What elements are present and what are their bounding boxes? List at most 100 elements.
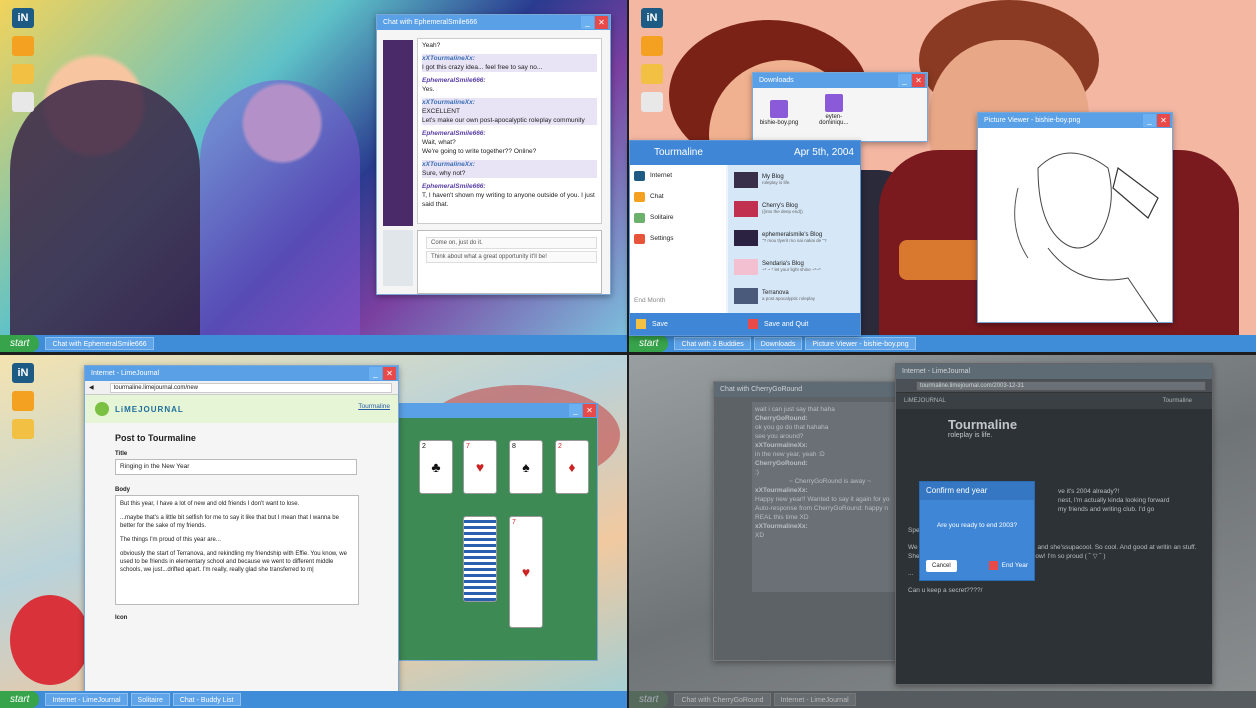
chat-desktop-icon[interactable] [8,36,38,56]
close-icon[interactable]: ✕ [1157,114,1170,127]
end-month-button[interactable]: End Month [630,290,665,311]
address-bar: ◀ tourmaline.limejournal.com/new [85,381,398,395]
close-icon[interactable]: ✕ [383,367,396,380]
image-file-icon [770,100,788,118]
blog-title: Tourmaline [948,417,1018,432]
taskbar-item[interactable]: Solitaire [130,693,170,706]
internet-desktop-icon[interactable]: iN [8,8,38,28]
taskbar-item[interactable]: Chat with CherryGoRound [674,693,771,706]
chat-message: EphemeralSmile666: Wait, what? We're going… [422,130,537,155]
file-item[interactable]: eyten-dominiqu... [814,94,854,126]
post-form: Post to Tourmaline Title Ringing in the … [85,423,398,633]
blog-tagline: roleplay is life. [948,432,993,439]
start-menu-header: Tourmaline Apr 5th, 2004 [630,141,860,165]
chat-reply-options: Come on, just do it. Think about what a … [417,230,602,294]
start-button[interactable]: start [629,335,669,352]
picture-viewer-titlebar[interactable]: Picture Viewer - bishie-boy.png _ ✕ [978,113,1172,128]
folder-desktop-icon[interactable] [8,419,38,439]
taskbar-item[interactable]: Downloads [753,337,803,350]
menu-item-settings[interactable]: Settings [630,228,726,249]
blog-item[interactable]: Terranova a post apocalyptic roleplay [728,281,860,310]
buddy-avatar [383,40,413,226]
body-textarea[interactable]: But this year, I have a lot of new and o… [115,495,359,605]
chat-window-titlebar[interactable]: Chat with EphemeralSmile666 _ ✕ [377,15,610,30]
internet-icon [634,170,645,181]
playing-card[interactable]: 2 ♦ [555,440,589,494]
minimize-icon[interactable]: _ [369,367,382,380]
desktop-q3: iN _ ✕ 2 ♣ 7 ♥ 8 ♠ 2 ♦ 7 ♥ Internet - LimeJour… [0,355,627,708]
card-stack[interactable] [463,516,497,602]
browser-titlebar[interactable]: Internet - LimeJournal _ ✕ [85,366,398,381]
chat-log: Yeah? xXTourmalineXx: I got this crazy id… [417,38,602,224]
blog-header: Tourmaline roleplay is life. [896,409,1212,447]
blog-item[interactable]: ephemeralsmile's Blog "? mou tlyerit mo n… [728,223,860,252]
image-file-icon [824,94,843,112]
solitaire-titlebar[interactable]: _ ✕ [398,403,598,418]
file-item[interactable]: bishie-boy.png [759,100,799,126]
close-icon[interactable]: ✕ [912,74,925,87]
sketch-image [1014,152,1159,323]
minimize-icon[interactable]: _ [898,74,911,87]
internet-desktop-icon[interactable]: iN [637,8,667,28]
playing-card[interactable]: 7 ♥ [463,440,497,494]
chat-desktop-icon[interactable] [637,36,667,56]
folder-desktop-icon[interactable] [8,64,38,84]
start-menu-user: Tourmaline [654,147,703,158]
start-button[interactable]: start [0,691,40,708]
minimize-icon[interactable]: _ [569,404,582,417]
internet-desktop-icon[interactable]: iN [8,363,38,383]
chat-desktop-icon[interactable] [8,391,38,411]
chat-icon [634,191,645,202]
start-button[interactable]: start [0,335,40,352]
icon-label: Icon [115,615,128,621]
save-button[interactable]: Save [652,321,668,328]
taskbar-item[interactable]: Chat - Buddy List [172,693,241,706]
minimize-icon[interactable]: _ [581,16,594,29]
folder-desktop-icon[interactable] [637,64,667,84]
save-quit-button[interactable]: Save and Quit [764,321,808,328]
minimize-icon[interactable]: _ [1143,114,1156,127]
menu-item-internet[interactable]: Internet [630,165,726,186]
start-menu-footer: Save Save and Quit [630,313,860,335]
close-icon[interactable]: ✕ [595,16,608,29]
document-desktop-icon[interactable] [8,92,38,112]
document-desktop-icon[interactable] [637,92,667,112]
chat-title: Chat with CherryGoRound [720,386,803,393]
start-menu: Tourmaline Apr 5th, 2004 Internet Chat S… [629,140,861,336]
menu-item-solitaire[interactable]: Solitaire [630,207,726,228]
chat-message: Yeah? [422,42,441,49]
blog-item[interactable]: Sendaria's Blog ~* ~ * let your light shi… [728,252,860,281]
blog-item[interactable]: Cherry's Blog ((into the deep end)) [728,194,860,223]
back-icon[interactable]: ◀ [89,384,94,391]
lime-logo-icon [95,402,109,416]
reply-option[interactable]: Think about what a great opportunity it'… [426,251,597,263]
downloads-titlebar[interactable]: Downloads _ ✕ [753,73,927,88]
user-link[interactable]: Tourmaline [358,403,390,410]
browser-window: Internet - LimeJournal _ ✕ ◀ tourmaline.l… [84,365,399,693]
url-input[interactable]: tourmaline.limejournal.com/new [109,382,392,393]
browser-titlebar[interactable]: Internet - LimeJournal [896,364,1212,379]
title-input[interactable]: Ringing in the New Year [115,459,357,475]
close-icon[interactable]: ✕ [583,404,596,417]
taskbar-item[interactable]: Chat with 3 Buddies [674,337,751,350]
taskbar-item[interactable]: Picture Viewer - bishie-boy.png [805,337,916,350]
end-year-button[interactable]: End Year [988,560,1028,572]
user-link[interactable]: Tourmaline [1163,393,1192,409]
url-input[interactable]: tourmaline.limejournal.com/2003-12-31 [916,380,1206,391]
taskbar: start Internet - LimeJournal Solitaire C… [0,691,627,708]
title-label: Title [115,451,128,457]
chat-titlebar[interactable]: Chat with CherryGoRound [714,382,912,397]
blog-item[interactable]: My Blog roleplay is life. [728,165,860,194]
card-stack[interactable]: 7 ♥ [509,516,543,628]
taskbar: start Chat with EphemeralSmile666 [0,335,627,352]
cancel-button[interactable]: Cancel [926,560,957,572]
playing-card[interactable]: 2 ♣ [419,440,453,494]
taskbar-item[interactable]: Internet - LimeJournal [45,693,128,706]
start-button[interactable]: start [629,691,669,708]
downloads-title: Downloads [759,77,794,84]
playing-card[interactable]: 8 ♠ [509,440,543,494]
menu-item-chat[interactable]: Chat [630,186,726,207]
reply-option[interactable]: Come on, just do it. [426,237,597,249]
taskbar-item[interactable]: Chat with EphemeralSmile666 [45,337,154,350]
taskbar-item[interactable]: Internet - LimeJournal [773,693,856,706]
